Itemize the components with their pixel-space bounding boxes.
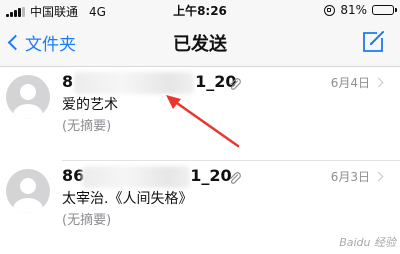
battery-percent: 81% xyxy=(340,3,367,17)
mail-subject: 太宰治.《人间失格》 xyxy=(62,191,193,207)
mail-preview: (无摘要) xyxy=(62,119,112,134)
compose-icon[interactable] xyxy=(360,29,386,55)
chevron-left-icon xyxy=(7,34,24,51)
mail-date: 6月4日 xyxy=(330,76,370,90)
chevron-right-icon xyxy=(373,171,384,182)
watermark-logo: Baidu 经验 xyxy=(339,236,396,249)
lock-rotation-icon xyxy=(324,4,336,16)
back-button-label: 文件夹 xyxy=(25,35,76,55)
mail-list-item[interactable]: 8 1_20 6月4日 爱的艺术 (无摘要) xyxy=(0,67,400,160)
mail-sender-suffix: 1_20 xyxy=(190,166,232,185)
mail-preview: (无摘要) xyxy=(62,213,112,228)
status-right: 81% xyxy=(324,3,397,17)
mail-date: 6月3日 xyxy=(330,170,370,184)
mail-sender-prefix: 8 xyxy=(62,72,74,91)
redacted-sender xyxy=(74,72,194,94)
avatar-icon xyxy=(6,169,50,213)
mail-sender-prefix: 86 xyxy=(62,166,85,185)
chevron-right-icon xyxy=(373,77,384,88)
mail-subject: 爱的艺术 xyxy=(62,97,118,113)
paperclip-icon xyxy=(230,172,241,184)
avatar-icon xyxy=(6,75,50,119)
redacted-sender xyxy=(82,166,190,188)
back-button[interactable]: 文件夹 xyxy=(6,30,76,55)
battery-icon xyxy=(372,5,397,15)
navigation-bar: 文件夹 已发送 xyxy=(0,20,400,67)
paperclip-icon xyxy=(230,78,241,90)
status-bar: 中国联通 4G 上午8:26 81% xyxy=(0,0,400,20)
